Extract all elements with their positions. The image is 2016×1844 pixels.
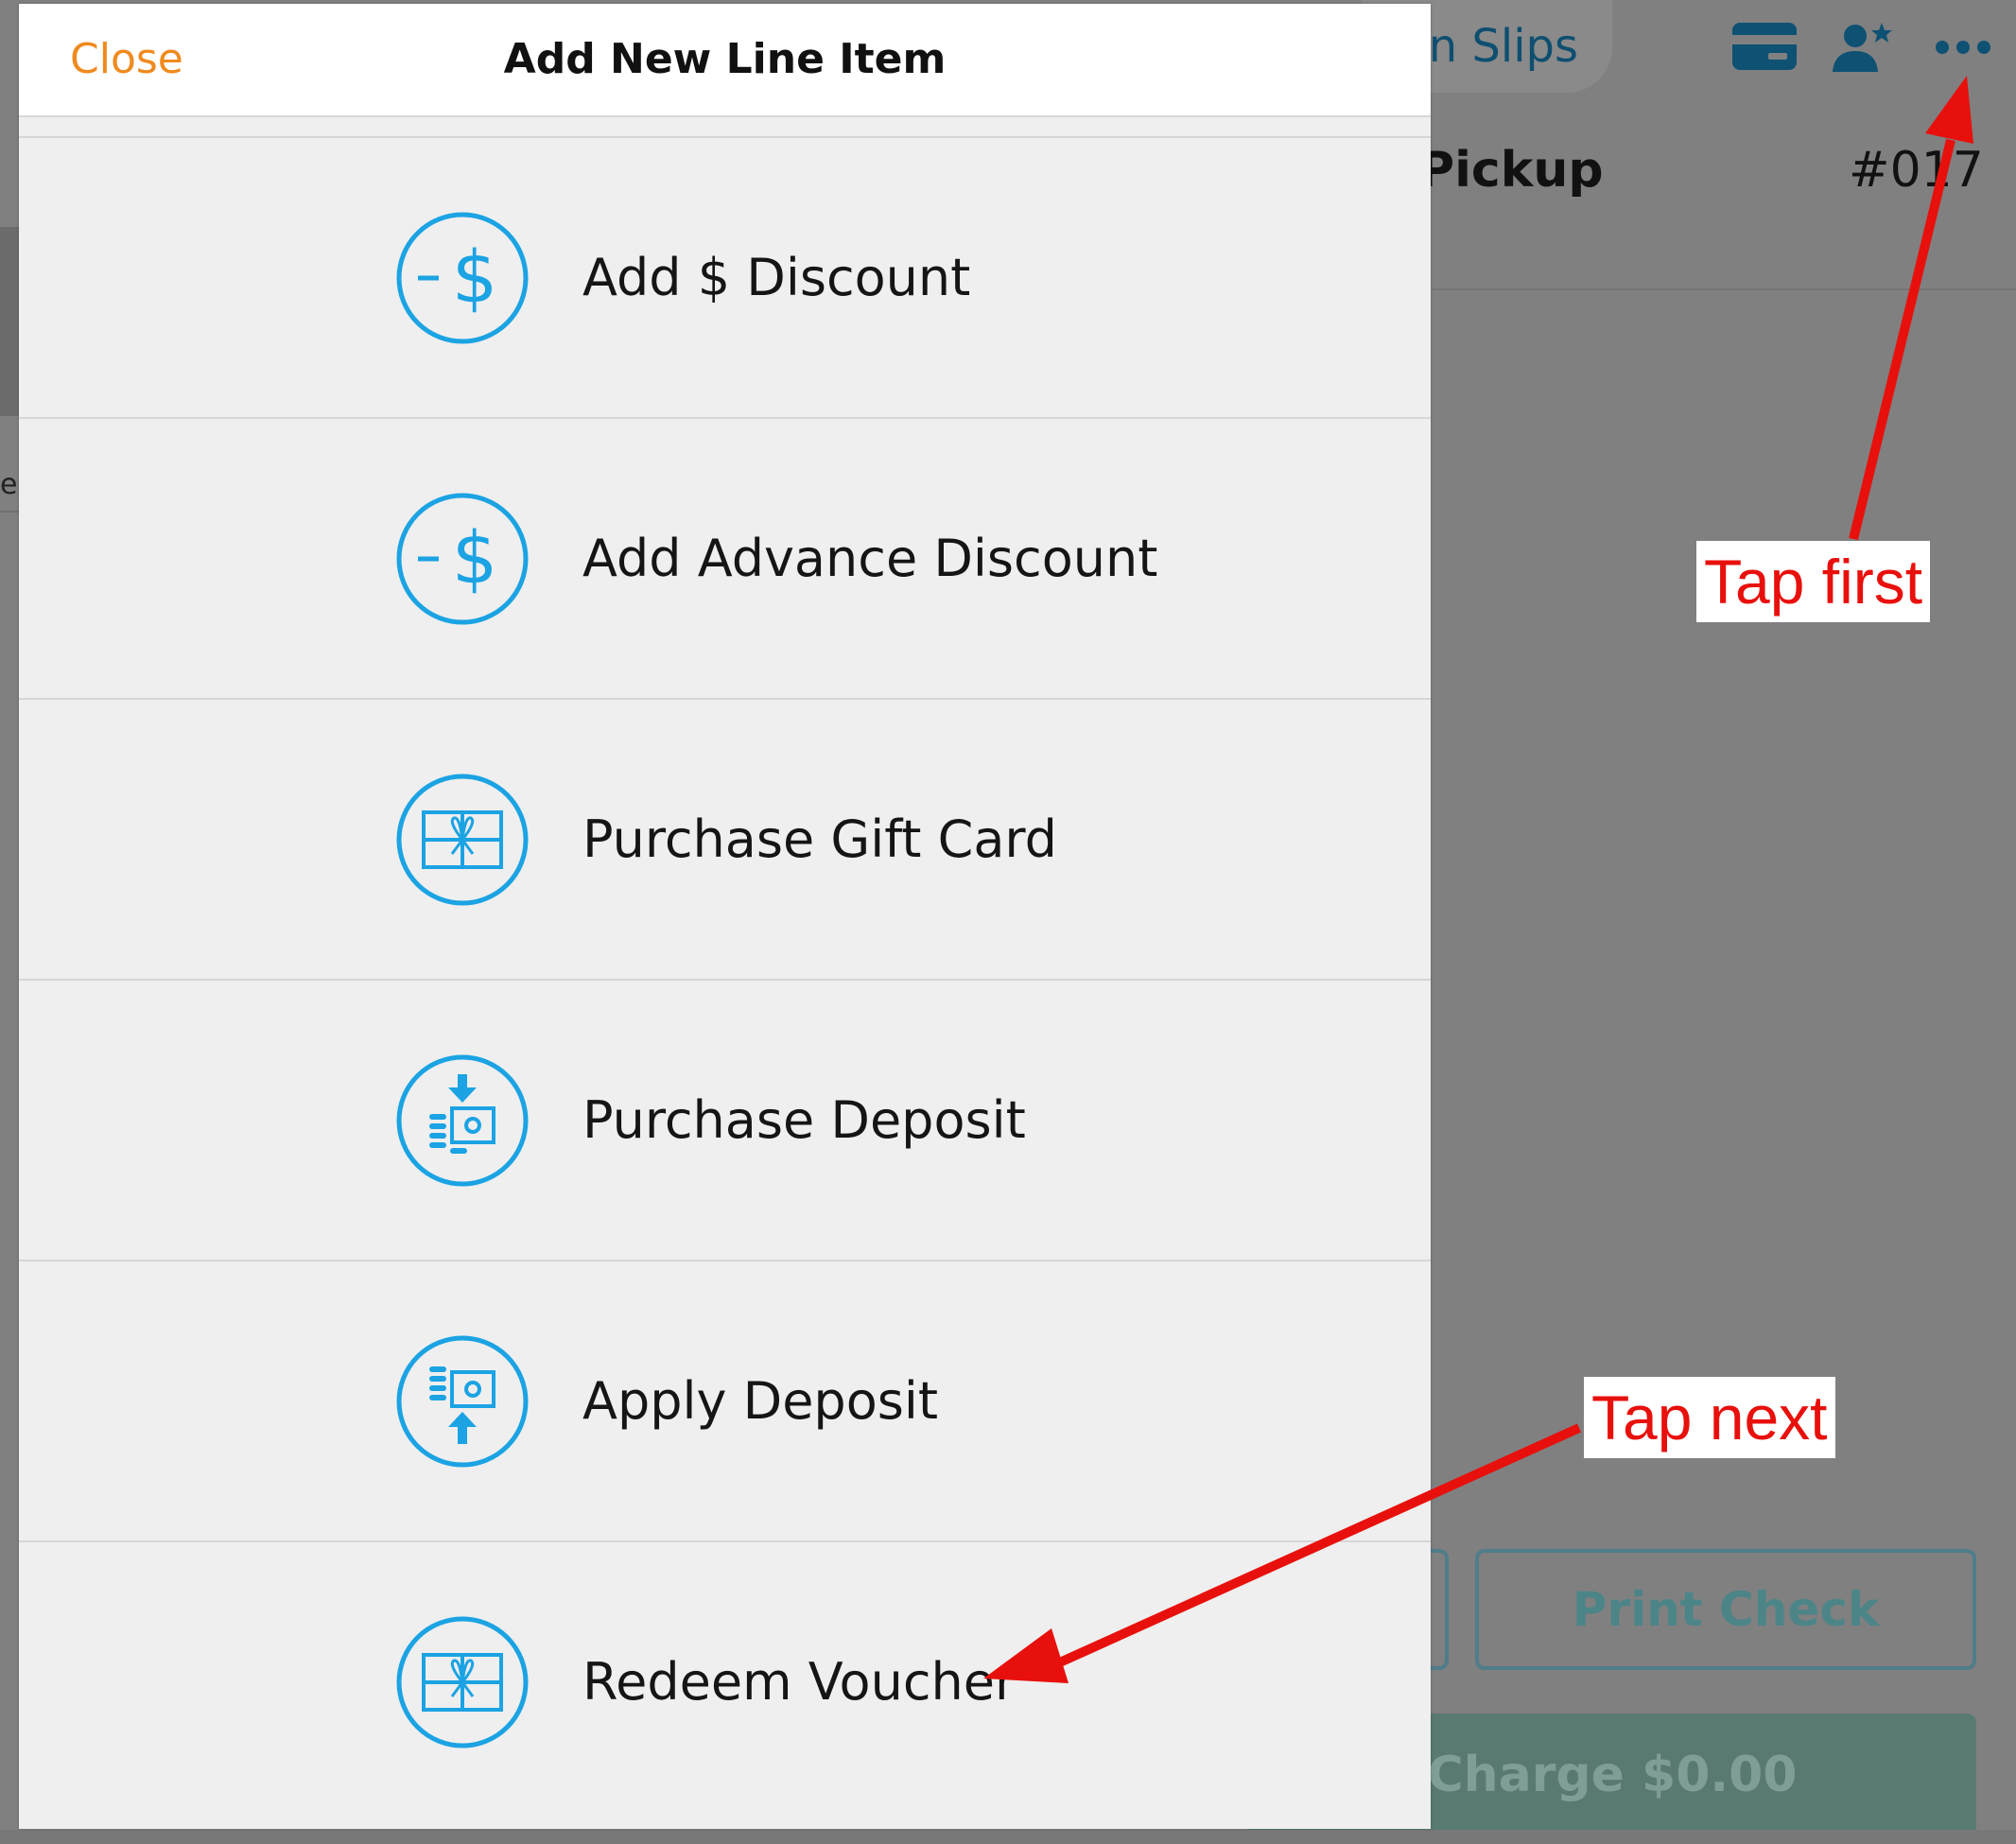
arrow-tap-next	[1049, 1423, 1582, 1671]
callout-tap-first: Tap first	[1696, 541, 1931, 622]
callout-tap-next: Tap next	[1584, 1377, 1835, 1458]
arrow-head-tap-next	[983, 1628, 1069, 1683]
arrow-head-tap-first	[1925, 76, 1973, 144]
annotation-arrows	[983, 76, 1973, 1683]
arrow-tap-first	[1849, 138, 1955, 541]
